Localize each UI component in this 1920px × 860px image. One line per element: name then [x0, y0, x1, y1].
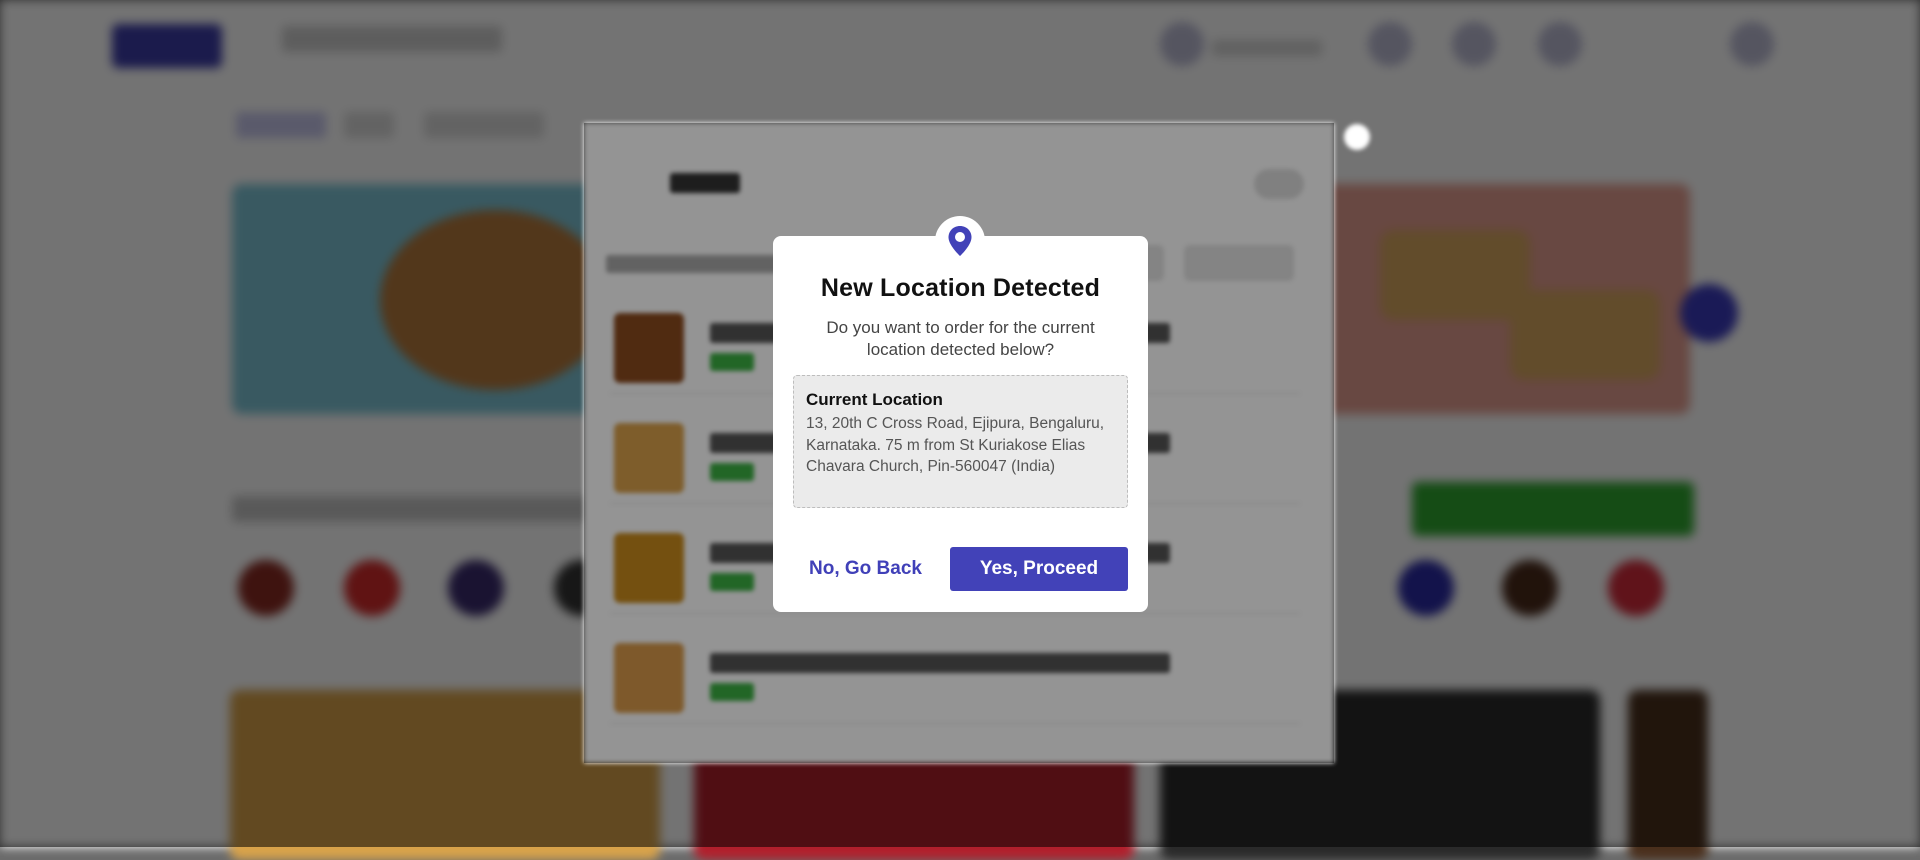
dialog-question: Do you want to order for the current loc…	[826, 318, 1095, 359]
location-pin-icon	[948, 226, 972, 256]
proceed-button[interactable]: Yes, Proceed	[950, 547, 1128, 591]
dialog-title: New Location Detected	[820, 274, 1101, 302]
close-icon	[1344, 124, 1370, 150]
location-dialog: New Location Detected Do you want to ord…	[773, 216, 1148, 612]
go-back-button[interactable]: No, Go Back	[793, 558, 938, 580]
current-location-box: Current Location 13, 20th C Cross Road, …	[793, 375, 1128, 508]
location-pin-icon	[935, 216, 985, 266]
dialog-actions: No, Go Back Yes, Proceed	[793, 547, 1128, 591]
current-location-address: 13, 20th C Cross Road, Ejipura, Bengalur…	[806, 415, 1105, 475]
current-location-label: Current Location	[806, 390, 943, 409]
